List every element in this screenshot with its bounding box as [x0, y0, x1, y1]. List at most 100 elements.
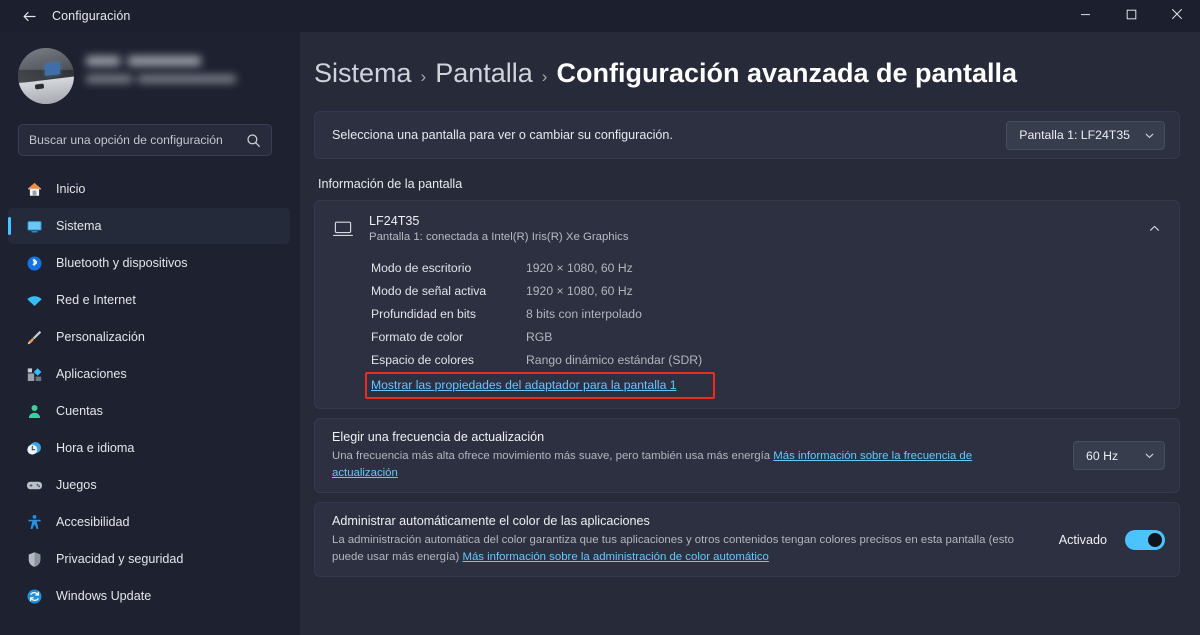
settings-cards: Selecciona una pantalla para ver o cambi…: [314, 111, 1180, 578]
window-body: Inicio Sistema Bluetooth y dispositivos: [0, 32, 1200, 635]
auto-color-toggle[interactable]: [1125, 529, 1165, 550]
sidebar: Inicio Sistema Bluetooth y dispositivos: [0, 32, 300, 635]
search-icon: [246, 133, 261, 148]
shield-icon: [26, 551, 43, 568]
info-row: Modo de señal activa 1920 × 1080, 60 Hz: [315, 279, 1179, 302]
sidebar-item-sistema[interactable]: Sistema: [8, 208, 290, 244]
sidebar-item-privacidad-seguridad[interactable]: Privacidad y seguridad: [8, 541, 290, 577]
info-key: Formato de color: [371, 329, 464, 344]
close-icon: [1171, 7, 1183, 25]
refresh-rate-dropdown[interactable]: 60 Hz: [1073, 441, 1165, 471]
adapter-properties-link[interactable]: Mostrar las propiedades del adaptador pa…: [371, 378, 677, 392]
sidebar-item-label: Sistema: [56, 219, 102, 233]
auto-color-toggle-label: Activado: [1058, 532, 1107, 547]
refresh-rate-description: Una frecuencia más alta ofrece movimient…: [332, 448, 992, 481]
info-value: 1920 × 1080, 60 Hz: [526, 283, 633, 298]
toggle-knob: [1148, 532, 1162, 547]
window-controls: [1062, 0, 1200, 32]
info-value: 8 bits con interpolado: [526, 306, 642, 321]
breadcrumb-separator: ›: [541, 67, 548, 86]
info-value: 1920 × 1080, 60 Hz: [526, 260, 633, 275]
sidebar-item-cuentas[interactable]: Cuentas: [8, 393, 290, 429]
breadcrumb-separator: ›: [420, 67, 427, 86]
info-value: RGB: [526, 329, 553, 344]
auto-color-learn-more-link[interactable]: Más información sobre la administración …: [462, 551, 768, 563]
chevron-up-icon[interactable]: [1148, 222, 1165, 235]
refresh-rate-card: Elegir una frecuencia de actualización U…: [314, 418, 1180, 494]
minimize-button[interactable]: [1062, 0, 1108, 32]
sidebar-item-accesibilidad[interactable]: Accesibilidad: [8, 504, 290, 540]
info-row: Profundidad en bits 8 bits con interpola…: [315, 302, 1179, 325]
info-key: Profundidad en bits: [371, 306, 477, 321]
display-info-section-title: Información de la pantalla: [318, 177, 463, 191]
display-picker-value: Pantalla 1: LF24T35: [1019, 128, 1130, 142]
display-info-header[interactable]: LF24T35 Pantalla 1: conectada a Intel(R)…: [315, 201, 1179, 256]
apps-icon: [26, 366, 43, 383]
update-refresh-icon: [26, 588, 43, 605]
sidebar-item-inicio[interactable]: Inicio: [8, 171, 290, 207]
sidebar-item-bluetooth[interactable]: Bluetooth y dispositivos: [8, 245, 290, 281]
search-input[interactable]: [29, 133, 246, 147]
accessibility-icon: [26, 514, 43, 531]
breadcrumb-sistema[interactable]: Sistema: [314, 58, 412, 89]
back-button[interactable]: [10, 1, 48, 31]
sidebar-item-label: Inicio: [56, 182, 86, 196]
main-content: Sistema › Pantalla › Configuración avanz…: [300, 32, 1200, 635]
info-row: Formato de color RGB: [315, 325, 1179, 348]
breadcrumb-pantalla[interactable]: Pantalla: [435, 58, 533, 89]
search-box[interactable]: [18, 124, 272, 156]
sidebar-item-red-internet[interactable]: Red e Internet: [8, 282, 290, 318]
auto-color-description: La administración automática del color g…: [332, 532, 1032, 565]
info-row: Espacio de colores Rango dinámico estánd…: [315, 348, 1179, 371]
gamepad-icon: [26, 477, 43, 494]
sidebar-item-label: Juegos: [56, 478, 97, 492]
minimize-icon: [1080, 7, 1091, 25]
sidebar-item-personalizacion[interactable]: Personalización: [8, 319, 290, 355]
sidebar-item-windows-update[interactable]: Windows Update: [8, 578, 290, 614]
display-picker-card: Selecciona una pantalla para ver o cambi…: [314, 111, 1180, 159]
sidebar-item-aplicaciones[interactable]: Aplicaciones: [8, 356, 290, 392]
display-picker-dropdown[interactable]: Pantalla 1: LF24T35: [1006, 120, 1165, 150]
maximize-button[interactable]: [1108, 0, 1154, 32]
display-name: LF24T35: [369, 214, 420, 228]
info-key: Espacio de colores: [371, 352, 474, 367]
monitor-icon: [332, 219, 354, 239]
refresh-rate-value: 60 Hz: [1086, 448, 1119, 463]
profile-name: [86, 56, 201, 69]
system-monitor-icon: [26, 218, 43, 235]
refresh-rate-desc-text: Una frecuencia más alta ofrece movimient…: [332, 450, 771, 462]
sidebar-item-label: Windows Update: [56, 589, 152, 603]
settings-window: Configuración Buscar una opción de confi…: [0, 0, 1200, 635]
clock-icon: [26, 440, 43, 457]
info-key: Modo de señal activa: [371, 283, 487, 298]
sidebar-item-label: Privacidad y seguridad: [56, 552, 184, 566]
sidebar-item-label: Personalización: [56, 330, 145, 344]
sidebar-item-label: Bluetooth y dispositivos: [56, 256, 188, 270]
display-info-card: LF24T35 Pantalla 1: conectada a Intel(R)…: [314, 200, 1180, 409]
breadcrumb: Sistema › Pantalla › Configuración avanz…: [314, 32, 1180, 89]
user-profile[interactable]: [0, 32, 290, 114]
sidebar-item-label: Hora e idioma: [56, 441, 135, 455]
account-person-icon: [26, 403, 43, 420]
sidebar-item-label: Cuentas: [56, 404, 103, 418]
display-picker-label: Selecciona una pantalla para ver o cambi…: [332, 128, 673, 142]
home-icon: [26, 181, 43, 198]
title-bar: Configuración: [0, 0, 1200, 32]
sidebar-item-hora-idioma[interactable]: Hora e idioma: [8, 430, 290, 466]
sidebar-item-juegos[interactable]: Juegos: [8, 467, 290, 503]
adapter-properties-row: Mostrar las propiedades del adaptador pa…: [315, 371, 1179, 399]
close-button[interactable]: [1154, 0, 1200, 32]
wifi-icon: [26, 292, 43, 309]
profile-email: [86, 75, 236, 85]
paintbrush-icon: [26, 329, 43, 346]
maximize-icon: [1126, 7, 1137, 25]
sidebar-item-label: Red e Internet: [56, 293, 136, 307]
refresh-rate-title: Elegir una frecuencia de actualización: [332, 430, 545, 444]
back-arrow-icon: [21, 8, 38, 25]
page-title: Configuración avanzada de pantalla: [556, 58, 1018, 88]
sidebar-item-label: Accesibilidad: [56, 515, 130, 529]
info-key: Modo de escritorio: [371, 260, 472, 275]
bluetooth-icon: [26, 255, 43, 272]
window-title: Configuración: [52, 9, 131, 23]
sidebar-item-label: Aplicaciones: [56, 367, 127, 381]
